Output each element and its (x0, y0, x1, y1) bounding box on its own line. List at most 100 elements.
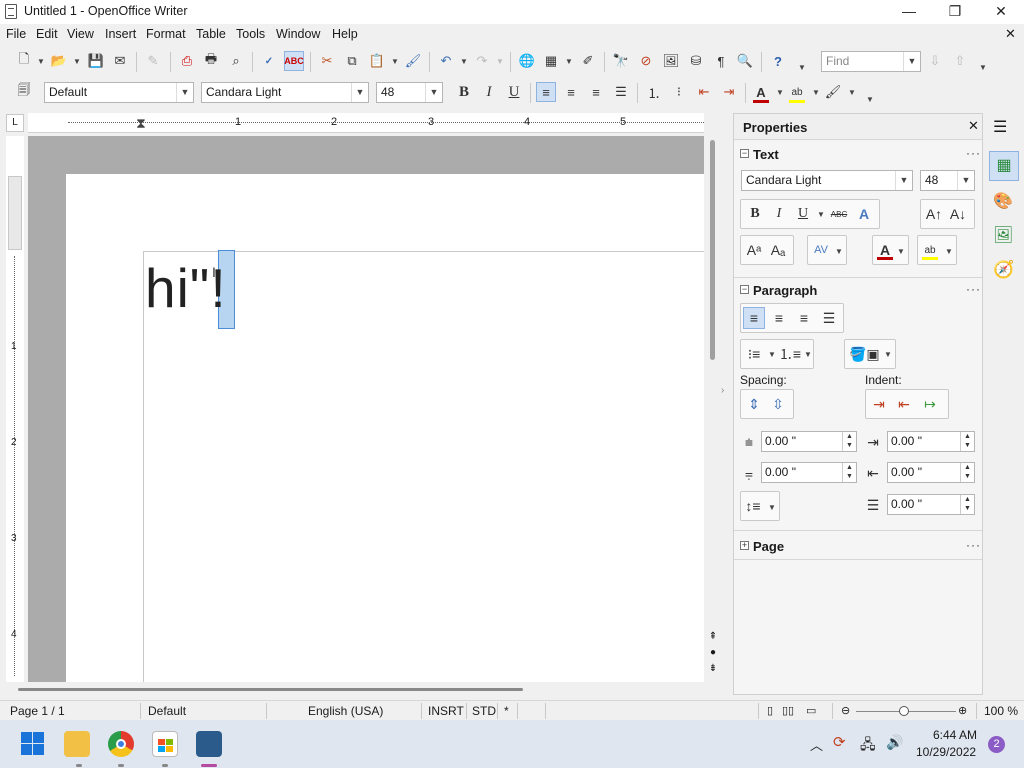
menu-view[interactable]: View (67, 27, 94, 41)
open-folder-icon[interactable]: 📂 (49, 51, 69, 71)
sidebar-align-center-button[interactable]: ≡ (768, 307, 790, 329)
next-page-icon[interactable]: ⇟ (706, 663, 720, 677)
clone-formatting-icon[interactable]: 🖌 (403, 51, 423, 71)
sidebar-menu-icon[interactable]: ☰ (993, 117, 1007, 137)
cut-icon[interactable]: ✂ (317, 51, 337, 71)
superscript-icon[interactable]: Aᵃ (743, 239, 765, 261)
menu-insert[interactable]: Insert (105, 27, 136, 41)
edit-mode-icon[interactable]: ✎ (143, 51, 163, 71)
find-input[interactable]: Find ▼ (821, 51, 921, 72)
indent-marker-icon[interactable]: ⧗ (136, 115, 146, 132)
close-window-button[interactable]: ✕ (978, 0, 1024, 24)
increase-font-icon[interactable]: A↑ (923, 203, 945, 225)
undo-icon[interactable]: ↶ (436, 51, 456, 71)
insert-mode[interactable]: INSRT (428, 704, 464, 718)
navigator-icon[interactable]: ⊘ (636, 51, 656, 71)
subscript-icon[interactable]: Aₐ (767, 239, 789, 261)
strikethrough-button[interactable]: ABC (828, 203, 850, 225)
hanging-indent-icon[interactable]: ↦ (919, 393, 941, 415)
minimize-button[interactable]: — (886, 0, 932, 24)
styles-formatting-icon[interactable]: 🗐 (14, 82, 34, 102)
start-button[interactable] (20, 731, 46, 757)
spellcheck-icon[interactable]: ✓ (259, 51, 279, 71)
menu-file[interactable]: File (6, 27, 26, 41)
menu-tools[interactable]: Tools (236, 27, 265, 41)
single-page-view-icon[interactable]: ▯ (767, 704, 773, 717)
sidebar-font-name-select[interactable]: Candara Light ▼ (741, 170, 913, 191)
show-hidden-icons-icon[interactable]: ︿ (810, 735, 823, 754)
page-style[interactable]: Default (148, 704, 186, 718)
maximize-button[interactable]: ❐ (932, 0, 978, 24)
decrease-font-icon[interactable]: A↓ (947, 203, 969, 225)
italic-button[interactable]: I (479, 82, 499, 102)
paragraph-more-options-button[interactable]: ··· (966, 282, 981, 296)
volume-icon[interactable]: 🔊 (886, 734, 903, 751)
zoom-slider-thumb[interactable] (899, 706, 909, 716)
align-center-button[interactable]: ≡ (561, 82, 581, 102)
sidebar-align-right-button[interactable]: ≡ (793, 307, 815, 329)
font-name-select[interactable]: Candara Light ▼ (201, 82, 369, 103)
sidebar-bold-button[interactable]: B (744, 203, 766, 225)
sidebar-italic-button[interactable]: I (768, 203, 790, 225)
sidebar-increase-indent-icon[interactable]: ⇥ (868, 393, 890, 415)
new-document-icon[interactable]: 🗋 (14, 51, 34, 71)
menu-help[interactable]: Help (332, 27, 358, 41)
formatting-marks-icon[interactable]: ¶ (711, 51, 731, 71)
show-draw-functions-icon[interactable]: ✐ (578, 51, 598, 71)
find-next-icon[interactable]: ⇩ (925, 51, 945, 71)
numbering-icon[interactable]: ⒈ (644, 82, 664, 102)
sidebar-numbering-icon[interactable]: ⒈≡ (779, 343, 801, 365)
hyperlink-icon[interactable]: 🌐 (517, 51, 537, 71)
export-pdf-icon[interactable]: ⎙ (177, 51, 197, 71)
vertical-scroll-thumb[interactable] (710, 140, 715, 360)
menu-window[interactable]: Window (276, 27, 320, 41)
text-section-toggle[interactable]: − (740, 149, 749, 158)
paragraph-section-toggle[interactable]: − (740, 285, 749, 294)
data-sources-icon[interactable]: ⛁ (686, 51, 706, 71)
book-view-icon[interactable]: ▭ (806, 704, 816, 717)
paste-icon[interactable]: 📋 (367, 51, 387, 71)
paragraph-style-select[interactable]: Default ▼ (44, 82, 194, 103)
gallery-tab-icon[interactable]: 🖼 (993, 225, 1013, 245)
sidebar-decrease-indent-icon[interactable]: ⇤ (893, 393, 915, 415)
vertical-ruler[interactable]: 1 2 3 4 (6, 136, 24, 682)
highlighting-icon[interactable]: ab (787, 82, 807, 102)
copy-icon[interactable]: ⧉ (342, 51, 362, 71)
styles-tab-icon[interactable]: 🎨 (993, 191, 1013, 211)
zoom-level[interactable]: 100 % (984, 704, 1018, 718)
underline-button[interactable]: U (504, 82, 524, 102)
previous-page-icon[interactable]: ⇞ (706, 631, 720, 645)
sidebar-collapse-handle[interactable]: › (721, 385, 724, 396)
horizontal-ruler[interactable]: ⧗ 1 2 3 4 5 (28, 113, 704, 133)
auto-spellcheck-icon[interactable]: ABC (284, 51, 304, 71)
horizontal-scroll-thumb[interactable] (18, 688, 523, 691)
close-document-button[interactable]: ✕ (1005, 26, 1016, 42)
justify-button[interactable]: ☰ (611, 82, 631, 102)
redo-icon[interactable]: ↷ (472, 51, 492, 71)
below-spacing-input[interactable]: 0.00 " ▲ ▼ (761, 462, 857, 483)
table-icon[interactable]: ▦ (541, 51, 561, 71)
line-spacing-icon[interactable]: ↕≡ (742, 495, 764, 517)
find-previous-icon[interactable]: ⇧ (950, 51, 970, 71)
sidebar-underline-button[interactable]: U (792, 203, 814, 225)
print-icon[interactable]: 🖶 (201, 51, 221, 71)
sidebar-align-left-button[interactable]: ≡ (743, 307, 765, 329)
sidebar-font-size-select[interactable]: 48 ▼ (920, 170, 975, 191)
zoom-icon[interactable]: 🔍 (735, 51, 755, 71)
update-icon[interactable]: ⟳ (833, 733, 846, 751)
border-icon[interactable]: ▣ (862, 343, 884, 365)
save-icon[interactable]: 💾 (86, 51, 106, 71)
bullets-icon[interactable]: ⁝ (669, 82, 689, 102)
print-preview-icon[interactable]: ⌕ (226, 51, 246, 71)
multi-page-view-icon[interactable]: ▯▯ (782, 704, 794, 717)
selection-mode[interactable]: STD (472, 704, 496, 718)
horizontal-scrollbar[interactable] (0, 684, 728, 698)
clock-time[interactable]: 6:44 AM (933, 728, 977, 742)
page-more-options-button[interactable]: ··· (966, 538, 981, 552)
before-text-indent-input[interactable]: 0.00 " ▲ ▼ (887, 431, 975, 452)
chrome-icon[interactable] (108, 731, 134, 757)
network-icon[interactable]: 🖧 (860, 734, 876, 758)
background-color-icon[interactable]: 🖌 (823, 82, 843, 102)
file-explorer-icon[interactable] (64, 731, 90, 757)
menu-edit[interactable]: Edit (36, 27, 58, 41)
